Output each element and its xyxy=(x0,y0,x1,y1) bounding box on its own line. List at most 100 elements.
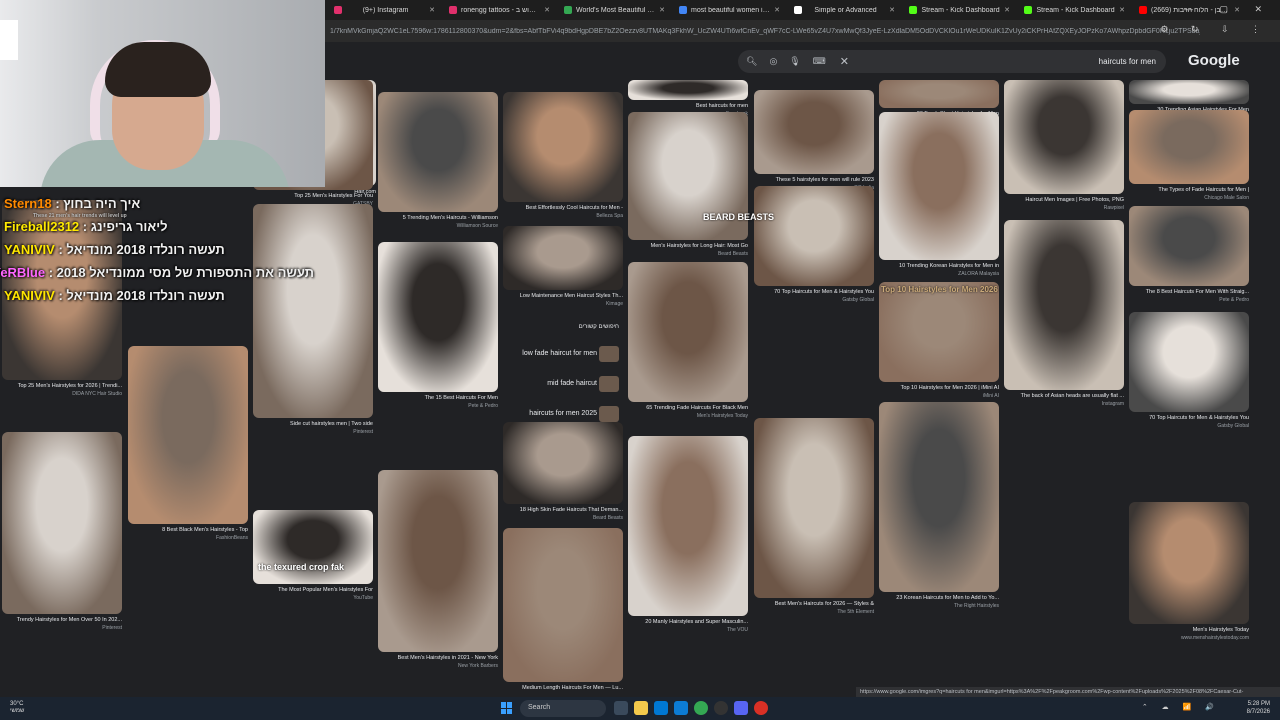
result-caption[interactable]: Men's Hairstyles for Long Hair: Most Go xyxy=(628,243,748,249)
result-caption[interactable]: 5 Trending Men's Haircuts - Williamson xyxy=(378,215,498,221)
browser-tab[interactable]: Stream - Kick Dashboard ✕ xyxy=(1018,1,1131,19)
result-source[interactable]: Pete & Pedro xyxy=(378,403,498,409)
result-caption[interactable]: Low Maintenance Men Haircut Styles Th... xyxy=(503,293,623,299)
result-caption[interactable]: Top 10 Hairstyles for Men 2026 | iMini A… xyxy=(879,385,999,391)
result-image[interactable] xyxy=(1129,110,1249,184)
related-thumb[interactable] xyxy=(599,406,619,422)
result-caption[interactable]: Best Men's Haircuts for 2026 — Styles & xyxy=(754,601,874,607)
browser-tab[interactable]: ronengg tattoos - החיפוש ב ✕ xyxy=(443,1,556,19)
weather-widget[interactable]: 30°C שמשי xyxy=(10,701,24,715)
result-image[interactable] xyxy=(1004,80,1124,194)
result-caption[interactable]: Best Men's Hairstyles in 2021 - New York xyxy=(378,655,498,661)
result-caption[interactable]: The Types of Fade Haircuts for Men | xyxy=(1129,187,1249,193)
result-caption[interactable]: Men's Hairstyles Today xyxy=(1129,627,1249,633)
result-image[interactable] xyxy=(378,242,498,392)
result-caption[interactable]: Best Effortlessly Cool Haircuts for Men … xyxy=(503,205,623,211)
result-source[interactable]: Chicago Male Salon xyxy=(1129,195,1249,201)
result-source[interactable]: Kimage xyxy=(503,301,623,307)
result-source[interactable]: The 5th Element xyxy=(754,609,874,615)
result-source[interactable]: ZALORA Malaysia xyxy=(879,271,999,277)
keyboard-icon[interactable]: ⌨ xyxy=(813,56,826,67)
result-image[interactable] xyxy=(2,432,122,614)
related-item[interactable]: mid fade haircut xyxy=(547,380,597,387)
file-explorer-icon[interactable] xyxy=(634,701,648,715)
task-view-icon[interactable] xyxy=(614,701,628,715)
browser-toolbar-icons[interactable]: ⚙ ↻ ⇩ ⋮ xyxy=(1160,24,1270,35)
close-icon[interactable]: ✕ xyxy=(544,6,550,14)
result-caption[interactable]: The 8 Best Haircuts For Men With Straig.… xyxy=(1129,289,1249,295)
result-image[interactable] xyxy=(128,346,248,524)
result-caption[interactable]: Top 25 Men's Hairstyles for 2026 | Trend… xyxy=(2,383,122,389)
microphone-icon[interactable]: 🎙︎ xyxy=(789,56,800,67)
clear-icon[interactable]: ✕ xyxy=(840,55,849,68)
result-source[interactable]: DIDA NYC Hair Studio xyxy=(2,391,122,397)
result-source[interactable]: Williamson Source xyxy=(378,223,498,229)
result-source[interactable]: Beard Beasts xyxy=(628,251,748,257)
lens-icon[interactable]: ◎ xyxy=(769,56,777,67)
result-source[interactable]: The VOU xyxy=(628,627,748,633)
result-caption[interactable]: These 5 hairstyles for men will rule 202… xyxy=(754,177,874,183)
result-image[interactable] xyxy=(879,402,999,592)
result-source[interactable]: FashionBeans xyxy=(128,535,248,541)
search-box[interactable]: 🔍︎ ◎ 🎙︎ ⌨ ✕ haircuts for men xyxy=(738,50,1166,73)
related-thumb[interactable] xyxy=(599,346,619,362)
chrome-icon[interactable] xyxy=(694,701,708,715)
result-image[interactable] xyxy=(628,80,748,100)
result-image[interactable] xyxy=(1129,80,1249,104)
result-caption[interactable]: The 15 Best Haircuts For Men xyxy=(378,395,498,401)
result-caption[interactable]: Side cut hairstyles men | Two side xyxy=(253,421,373,427)
result-caption[interactable]: Medium Length Haircuts For Men — Lu... xyxy=(503,685,623,691)
result-source[interactable]: Gatsby Global xyxy=(1129,423,1249,429)
taskbar-search[interactable]: Search xyxy=(520,700,606,717)
result-image[interactable] xyxy=(503,528,623,682)
result-source[interactable]: Belleza Spa xyxy=(503,213,623,219)
result-image[interactable] xyxy=(1129,502,1249,624)
browser-tab[interactable]: World's Most Beautiful 2025 ✕ xyxy=(558,1,671,19)
result-image[interactable] xyxy=(1129,206,1249,286)
result-image[interactable] xyxy=(628,262,748,402)
result-caption[interactable]: Haircut Men Images | Free Photos, PNG xyxy=(1004,197,1124,203)
close-icon[interactable]: ✕ xyxy=(1004,6,1010,14)
result-image[interactable] xyxy=(754,90,874,174)
obs-icon[interactable] xyxy=(714,701,728,715)
close-icon[interactable]: ✕ xyxy=(774,6,780,14)
result-source[interactable]: Rawpixel xyxy=(1004,205,1124,211)
system-tray-icons[interactable]: ⌃ ☁ 📶 🔊 xyxy=(1142,703,1220,711)
result-image[interactable] xyxy=(628,436,748,616)
result-caption[interactable]: 70 Top Haircuts for Men & Hairstyles You xyxy=(754,289,874,295)
browser-tab[interactable]: (9+) Instagram ✕ xyxy=(328,1,441,19)
close-icon[interactable]: ✕ xyxy=(429,6,435,14)
result-caption[interactable]: The Most Popular Men's Hairstyles For xyxy=(253,587,373,593)
result-source[interactable]: Pinterest xyxy=(253,429,373,435)
result-caption[interactable]: Trendy Hairstyles for Men Over 50 In 202… xyxy=(2,617,122,623)
result-source[interactable]: Gatsby Global xyxy=(754,297,874,303)
result-source[interactable]: Men's Hairstyles Today xyxy=(628,413,748,419)
result-image[interactable] xyxy=(754,418,874,598)
windows-start-icon[interactable] xyxy=(501,702,513,714)
result-caption[interactable]: Best haircuts for men xyxy=(628,103,748,109)
result-source[interactable]: The Right Hairstyles xyxy=(879,603,999,609)
result-source[interactable]: iMini AI xyxy=(879,393,999,399)
result-source[interactable]: YouTube xyxy=(253,595,373,601)
result-caption[interactable]: 10 Trending Korean Hairstyles for Men in xyxy=(879,263,999,269)
result-image[interactable] xyxy=(879,80,999,108)
result-caption[interactable]: 65 Trending Fade Haircuts For Black Men xyxy=(628,405,748,411)
result-image[interactable] xyxy=(503,422,623,504)
result-image[interactable] xyxy=(1004,220,1124,390)
related-thumb[interactable] xyxy=(599,376,619,392)
close-icon[interactable]: ✕ xyxy=(1119,6,1125,14)
record-icon[interactable] xyxy=(754,701,768,715)
search-icon[interactable]: 🔍︎ xyxy=(746,56,757,67)
result-image[interactable] xyxy=(754,186,874,286)
google-logo[interactable]: Google xyxy=(1188,52,1240,69)
result-caption[interactable]: 70 Top Haircuts for Men & Hairstyles You xyxy=(1129,415,1249,421)
store-icon[interactable] xyxy=(654,701,668,715)
result-image[interactable] xyxy=(503,226,623,290)
related-item[interactable]: low fade haircut for men xyxy=(522,350,597,357)
browser-tab[interactable]: most beautiful women in the ✕ xyxy=(673,1,786,19)
result-source[interactable]: Pete & Pedro xyxy=(1129,297,1249,303)
result-caption[interactable]: 23 Korean Haircuts for Men to Add to Yo.… xyxy=(879,595,999,601)
clock[interactable]: 5:28 PM 8/7/2026 xyxy=(1247,700,1270,716)
result-caption[interactable]: 18 High Skin Fade Haircuts That Deman... xyxy=(503,507,623,513)
result-source[interactable]: Instagram xyxy=(1004,401,1124,407)
